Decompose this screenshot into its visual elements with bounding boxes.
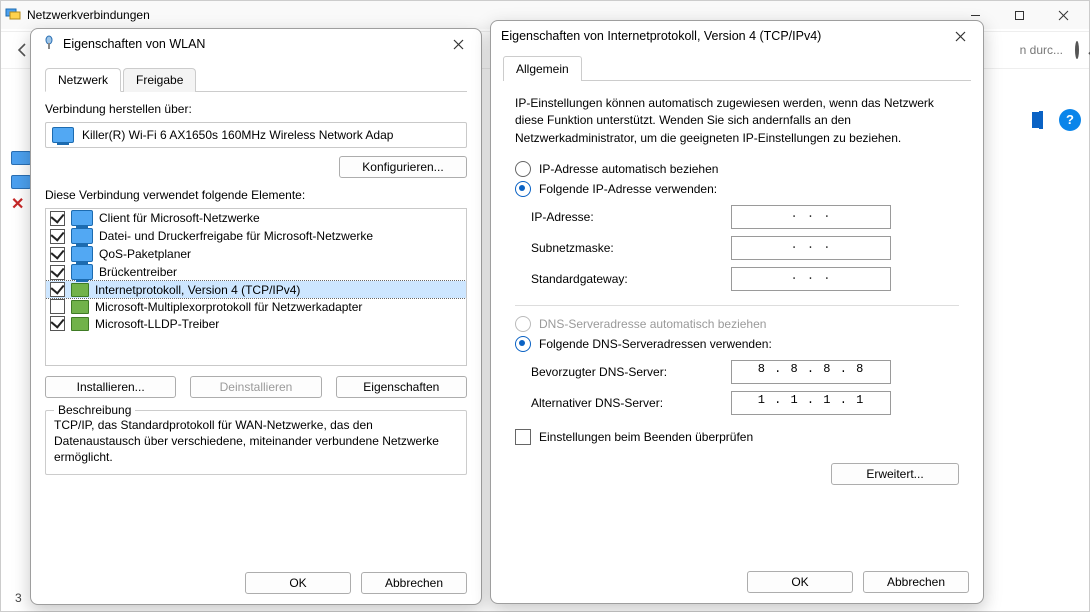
- ip-ok-button[interactable]: OK: [747, 571, 853, 593]
- uninstall-button: Deinstallieren: [190, 376, 321, 398]
- checkbox-validate-on-exit[interactable]: [515, 429, 531, 445]
- advanced-button[interactable]: Erweitert...: [831, 463, 959, 485]
- label-subnet-mask: Subnetzmaske:: [531, 241, 731, 255]
- description-text: TCP/IP, das Standardprotokoll für WAN-Ne…: [54, 417, 458, 466]
- ip-dialog-title: Eigenschaften von Internetprotokoll, Ver…: [501, 29, 821, 43]
- input-alternate-dns[interactable]: 1 . 1 . 1 . 1: [731, 391, 891, 415]
- configure-button[interactable]: Konfigurieren...: [339, 156, 467, 178]
- radio-dns-auto-label: DNS-Serveradresse automatisch beziehen: [539, 317, 766, 331]
- adapter-name-field: Killer(R) Wi-Fi 6 AX1650s 160MHz Wireles…: [45, 122, 467, 148]
- bg-maximize-button[interactable]: [997, 1, 1041, 29]
- radio-ip-manual[interactable]: [515, 181, 531, 197]
- ip-cancel-button[interactable]: Abbrechen: [863, 571, 969, 593]
- nic-icon: [71, 317, 89, 331]
- label-ip-address: IP-Adresse:: [531, 210, 731, 224]
- adapter-monitor-icon: [52, 127, 74, 143]
- adapter-icon[interactable]: [11, 151, 31, 165]
- search-placeholder-fragment[interactable]: n durc...: [1020, 43, 1063, 57]
- wlan-properties-dialog: Eigenschaften von WLAN Netzwerk Freigabe…: [30, 28, 482, 605]
- status-bar-count: 3: [15, 591, 22, 605]
- label-preferred-dns: Bevorzugter DNS-Server:: [531, 365, 731, 379]
- tab-general[interactable]: Allgemein: [503, 56, 582, 81]
- ip-info-text: IP-Einstellungen können automatisch zuge…: [515, 95, 959, 147]
- label-default-gateway: Standardgateway:: [531, 272, 731, 286]
- ip-close-button[interactable]: [945, 23, 975, 49]
- nic-icon: [71, 283, 89, 297]
- component-row[interactable]: Brückentreiber: [46, 263, 466, 281]
- component-row[interactable]: Internetprotokoll, Version 4 (TCP/IPv4): [46, 281, 466, 298]
- tab-network[interactable]: Netzwerk: [45, 68, 121, 92]
- component-row[interactable]: Datei- und Druckerfreigabe für Microsoft…: [46, 227, 466, 245]
- net-client-icon: [71, 228, 93, 244]
- adapter-icon[interactable]: [11, 175, 31, 189]
- radio-ip-auto-label: IP-Adresse automatisch beziehen: [539, 162, 718, 176]
- component-checkbox[interactable]: [50, 211, 65, 226]
- radio-ip-manual-label: Folgende IP-Adresse verwenden:: [539, 182, 717, 196]
- radio-dns-auto: [515, 316, 531, 332]
- bg-adapter-icons: ✕: [11, 151, 31, 211]
- uses-items-label: Diese Verbindung verwendet folgende Elem…: [45, 188, 467, 202]
- component-list[interactable]: Client für Microsoft-Netzwerke Datei- und…: [45, 208, 467, 366]
- component-label: Brückentreiber: [99, 265, 177, 279]
- input-default-gateway[interactable]: . . .: [731, 267, 891, 291]
- wlan-tabs: Netzwerk Freigabe: [45, 67, 467, 92]
- component-label: Microsoft-Multiplexorprotokoll für Netzw…: [95, 300, 362, 314]
- view-toggle-icon[interactable]: [1039, 113, 1043, 127]
- wlan-ok-button[interactable]: OK: [245, 572, 351, 594]
- help-icon[interactable]: ?: [1059, 109, 1081, 131]
- component-row[interactable]: Microsoft-Multiplexorprotokoll für Netzw…: [46, 298, 466, 315]
- radio-ip-auto[interactable]: [515, 161, 531, 177]
- component-checkbox[interactable]: [50, 247, 65, 262]
- adapter-name-text: Killer(R) Wi-Fi 6 AX1650s 160MHz Wireles…: [82, 128, 393, 142]
- wlan-titlebar: Eigenschaften von WLAN: [31, 29, 481, 59]
- tab-share[interactable]: Freigabe: [123, 68, 196, 92]
- radio-dns-manual[interactable]: [515, 336, 531, 352]
- component-row[interactable]: QoS-Paketplaner: [46, 245, 466, 263]
- description-groupbox: Beschreibung TCP/IP, das Standardprotoko…: [45, 410, 467, 475]
- adapter-disabled-icon[interactable]: ✕: [11, 199, 31, 211]
- component-label: Microsoft-LLDP-Treiber: [95, 317, 219, 331]
- network-connections-icon: [5, 6, 21, 25]
- ipv4-properties-dialog: Eigenschaften von Internetprotokoll, Ver…: [490, 20, 984, 604]
- net-client-icon: [71, 246, 93, 262]
- connect-using-label: Verbindung herstellen über:: [45, 102, 467, 116]
- net-client-icon: [71, 210, 93, 226]
- component-checkbox[interactable]: [50, 265, 65, 280]
- wlan-title-icon: [41, 35, 57, 54]
- install-button[interactable]: Installieren...: [45, 376, 176, 398]
- component-label: Datei- und Druckerfreigabe für Microsoft…: [99, 229, 373, 243]
- net-client-icon: [71, 264, 93, 280]
- component-checkbox[interactable]: [50, 299, 65, 314]
- search-icon[interactable]: [1075, 43, 1079, 57]
- radio-dns-manual-label: Folgende DNS-Serveradressen verwenden:: [539, 337, 772, 351]
- input-ip-address[interactable]: . . .: [731, 205, 891, 229]
- ip-titlebar: Eigenschaften von Internetprotokoll, Ver…: [491, 21, 983, 51]
- component-label: QoS-Paketplaner: [99, 247, 191, 261]
- input-preferred-dns[interactable]: 8 . 8 . 8 . 8: [731, 360, 891, 384]
- component-checkbox[interactable]: [50, 229, 65, 244]
- checkbox-validate-label: Einstellungen beim Beenden überprüfen: [539, 430, 753, 444]
- bg-window-title: Netzwerkverbindungen: [27, 8, 150, 22]
- bg-close-button[interactable]: [1041, 1, 1085, 29]
- component-checkbox[interactable]: [50, 282, 65, 297]
- nic-icon: [71, 300, 89, 314]
- label-alternate-dns: Alternativer DNS-Server:: [531, 396, 731, 410]
- wlan-cancel-button[interactable]: Abbrechen: [361, 572, 467, 594]
- component-row[interactable]: Microsoft-LLDP-Treiber: [46, 315, 466, 332]
- component-label: Client für Microsoft-Netzwerke: [99, 211, 260, 225]
- properties-button[interactable]: Eigenschaften: [336, 376, 467, 398]
- wlan-dialog-title: Eigenschaften von WLAN: [63, 37, 205, 51]
- component-label: Internetprotokoll, Version 4 (TCP/IPv4): [95, 283, 300, 297]
- wlan-close-button[interactable]: [443, 31, 473, 57]
- component-checkbox[interactable]: [50, 316, 65, 331]
- description-legend: Beschreibung: [54, 403, 135, 417]
- component-row[interactable]: Client für Microsoft-Netzwerke: [46, 209, 466, 227]
- input-subnet-mask[interactable]: . . .: [731, 236, 891, 260]
